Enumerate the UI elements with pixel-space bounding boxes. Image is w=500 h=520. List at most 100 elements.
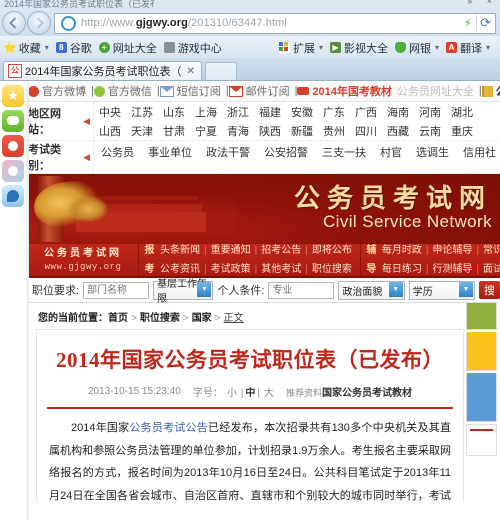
region-link[interactable]: 重庆 [446, 123, 478, 139]
region-link[interactable]: 安徽 [286, 104, 318, 120]
region-link[interactable]: 四川 [350, 123, 382, 139]
top-link-site-directory[interactable]: 公务员网址大全 [397, 83, 474, 99]
bookmark-site-directory[interactable]: + 网址大全 [98, 40, 157, 56]
category-link[interactable]: 政法干警 [199, 144, 257, 160]
toolbar-translate[interactable]: A 翻译 ▾ [445, 40, 490, 56]
category-link[interactable]: 事业单位 [141, 144, 199, 160]
lightning-icon[interactable]: ⚡ [460, 16, 476, 30]
wechat-icon[interactable] [2, 110, 24, 132]
breadcrumb-item-home[interactable]: 首页 [108, 313, 128, 324]
tab-active[interactable]: 公 2014年国家公务员考试职位表（ ✕ [3, 61, 202, 80]
region-link[interactable]: 山东 [158, 104, 190, 120]
bookmark-favorites[interactable]: ⭐ 收藏 ▾ [3, 40, 49, 56]
education-select[interactable]: 学历 ▼ [408, 280, 475, 300]
region-link[interactable]: 青海 [222, 123, 254, 139]
weibo-icon[interactable] [2, 135, 24, 157]
star-icon[interactable] [2, 85, 24, 107]
region-link[interactable]: 广西 [350, 104, 382, 120]
category-link[interactable]: 公安招警 [257, 144, 315, 160]
page-viewport: 官方微博 | 官方微信 | 短信订阅 | 邮件订阅 | 2014年国考教材 [0, 81, 500, 520]
address-bar[interactable]: http://www.gjgwy.org/201310/63447.html ⚡… [54, 12, 496, 34]
job-search-bar: 职位要求: 基层工作年限 ▼ 个人条件: 政治面貌 ▼ 学历 ▼ 搜 [28, 278, 500, 305]
region-link[interactable]: 山西 [94, 123, 126, 139]
top-link-sms[interactable]: 短信订阅 [159, 83, 221, 99]
font-size-small[interactable]: 小 [227, 388, 237, 399]
bookmark-game-center[interactable]: 游戏中心 [163, 40, 222, 56]
region-link[interactable]: 中央 [94, 104, 126, 120]
nav-brand[interactable]: 公务员考试网 www.gjgwy.org [28, 244, 139, 276]
green-promo-block[interactable] [466, 303, 497, 330]
left-arrow-icon[interactable]: ◀ [83, 116, 90, 127]
toolbar-video[interactable]: ▶ 影视大全 [329, 40, 388, 56]
nav-link[interactable]: 每日练习 [378, 260, 426, 279]
nav-link[interactable]: 行测辅导 [428, 260, 476, 279]
top-link-exam-materials[interactable]: 2014年国考教材 [297, 83, 392, 99]
category-link[interactable]: 三支一扶 [315, 144, 373, 160]
left-arrow-icon[interactable]: ◀ [83, 152, 90, 163]
star-icon: ⭐ [3, 42, 17, 54]
new-tab-icon[interactable] [204, 62, 237, 80]
region-link[interactable]: 浙江 [222, 104, 254, 120]
forward-arrow-icon[interactable] [27, 11, 51, 35]
major-input[interactable] [268, 281, 335, 299]
region-link[interactable]: 宁夏 [190, 123, 222, 139]
region-link[interactable]: 西藏 [382, 123, 414, 139]
region-link[interactable]: 甘肃 [158, 123, 190, 139]
back-arrow-icon[interactable] [2, 11, 26, 35]
nav-group-links: 每月时政| 申论辅导| 常识辅导| 历年真 每日练习| 行测辅导| 面试辅导| … [378, 241, 500, 279]
window-title: 2014年国家公务员考试职位表（已发布） [4, 0, 154, 9]
chevron-down-icon[interactable]: ▼ [197, 281, 212, 297]
region-link[interactable]: 天津 [126, 123, 158, 139]
nav-link[interactable]: 面试辅导 [479, 260, 500, 279]
breadcrumb-item-national[interactable]: 国家 [192, 313, 212, 324]
top-link-mail[interactable]: 邮件订阅 [228, 83, 290, 99]
top-link-encyclopedia[interactable]: 公务员百科全书 [481, 83, 500, 99]
breadcrumb-item-job-search[interactable]: 职位搜索 [140, 313, 180, 324]
url-text: http://www.gjgwy.org/201310/63447.html [81, 17, 287, 29]
department-name-input[interactable] [83, 281, 150, 299]
region-link[interactable]: 福建 [254, 104, 286, 120]
region-link[interactable]: 江苏 [126, 104, 158, 120]
category-link[interactable]: 公务员 [94, 144, 141, 160]
chevron-down-icon[interactable]: ▼ [388, 281, 403, 297]
work-experience-select[interactable]: 基层工作年限 ▼ [153, 279, 214, 305]
political-status-select[interactable]: 政治面貌 ▼ [338, 280, 405, 300]
region-link[interactable]: 河南 [414, 104, 446, 120]
region-link[interactable]: 广东 [318, 104, 350, 120]
sms-icon [159, 85, 174, 97]
bookmark-google[interactable]: 8 谷歌 [55, 40, 92, 56]
top-link-label: 2014年国考教材 [312, 86, 392, 98]
top-link-wechat[interactable]: 官方微信 [93, 83, 152, 99]
region-link[interactable]: 陕西 [254, 123, 286, 139]
region-link[interactable]: 新疆 [286, 123, 318, 139]
category-link[interactable]: 信用社 [456, 144, 500, 160]
window-controls[interactable]: » × [467, 0, 498, 6]
close-icon[interactable]: ✕ [186, 66, 194, 77]
toolbar-bank-shield[interactable]: 网银 ▾ [394, 40, 439, 56]
search-button[interactable]: 搜 [479, 281, 500, 299]
category-link[interactable]: 选调生 [409, 144, 456, 160]
region-link[interactable]: 云南 [414, 123, 446, 139]
white-promo-block[interactable] [466, 424, 497, 456]
category-link[interactable]: 村官 [373, 144, 409, 160]
nav-link[interactable]: 职位搜索 [308, 260, 356, 279]
top-link-weibo[interactable]: 官方微博 [28, 83, 86, 99]
region-link[interactable]: 海南 [382, 104, 414, 120]
qzone-icon[interactable] [2, 160, 24, 182]
font-size-large[interactable]: 大 [264, 388, 274, 399]
region-link[interactable]: 上海 [190, 104, 222, 120]
chevron-down-icon: ▾ [44, 43, 49, 52]
toolbar-extensions[interactable]: 扩展 ▾ [278, 40, 323, 56]
region-link[interactable]: 贵州 [318, 123, 350, 139]
recommend-link[interactable]: 国家公务员考试教材 [322, 388, 412, 399]
qq-icon[interactable] [2, 185, 24, 207]
chevron-down-icon[interactable]: ▼ [459, 281, 473, 297]
article-link-announcement[interactable]: 公务员考试公告 [129, 422, 208, 434]
nav-link[interactable]: 其他考试 [257, 260, 305, 279]
nav-link[interactable]: 考试政策 [207, 260, 255, 279]
font-size-medium[interactable]: 中 [245, 388, 255, 399]
blue-promo-block[interactable] [466, 373, 497, 422]
yellow-promo-block[interactable] [466, 332, 497, 371]
refresh-icon[interactable]: ⟳ [476, 15, 494, 31]
region-link[interactable]: 湖北 [446, 104, 478, 120]
